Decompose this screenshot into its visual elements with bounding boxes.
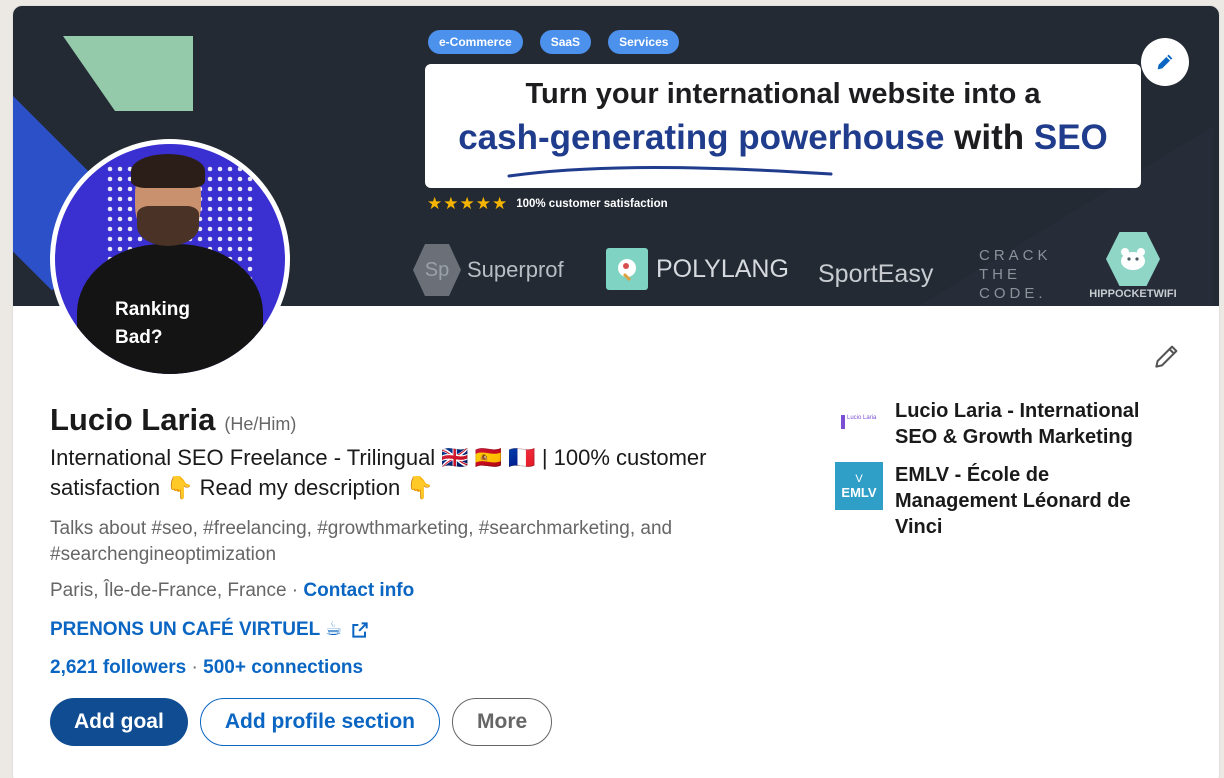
crack-the-code-logo: CRACK THE CODE. [979, 246, 1052, 303]
hippocketwifi-logo: HIPPOCKETWIFI [1078, 232, 1188, 300]
banner-tag: Services [608, 30, 680, 54]
name-row: Lucio Laria (He/Him) [50, 402, 296, 438]
company-name: Lucio Laria - International SEO & Growth… [895, 400, 1140, 448]
superprof-mark: Sp [413, 244, 461, 296]
education-link[interactable]: V EMLV EMLV - École de Management Léonar… [835, 462, 1165, 540]
polylang-name: POLYLANG [656, 254, 789, 283]
banner-stripe-green [63, 36, 193, 111]
followers-link[interactable]: 2,621 followers [50, 657, 186, 678]
star-rating-icon: ★★★★★ [427, 194, 509, 213]
banner-tags: e-Commerce SaaS Services [428, 30, 680, 54]
pencil-icon [1155, 345, 1178, 368]
avatar-image: Ranking Bad? [55, 144, 285, 374]
profile-photo[interactable]: Ranking Bad? [50, 139, 290, 379]
crack-line: THE [979, 266, 1021, 283]
website-link[interactable]: PRENONS UN CAFÉ VIRTUEL ☕ [50, 618, 370, 641]
crack-line: CRACK [979, 247, 1052, 264]
location-row: Paris, Île-de-France, France · Contact i… [50, 580, 414, 602]
underline-swoosh-icon [507, 166, 833, 178]
stats-row: 2,621 followers · 500+ connections [50, 657, 363, 679]
banner-tag: SaaS [539, 30, 592, 54]
more-button[interactable]: More [452, 698, 553, 746]
superprof-name: Superprof [467, 257, 564, 282]
hippocketwifi-name: HIPPOCKETWIFI [1089, 288, 1177, 300]
company-logo-text: Lucio Laria [841, 415, 877, 429]
shirt-line: Ranking [115, 299, 190, 320]
banner-tag: e-Commerce [428, 30, 523, 54]
banner-headline-mid: with [944, 118, 1034, 157]
external-link-icon [352, 621, 368, 638]
avatar-beard [137, 206, 199, 246]
profile-headline: International SEO Freelance - Trilingual… [50, 445, 707, 500]
banner-rating: ★★★★★ 100% customer satisfaction [427, 194, 668, 214]
add-goal-button[interactable]: Add goal [50, 698, 188, 746]
edit-banner-button[interactable] [1141, 38, 1189, 86]
talks-about: Talks about #seo, #freelancing, #growthm… [50, 518, 673, 565]
profile-name: Lucio Laria [50, 402, 216, 437]
crack-line: CODE. [979, 285, 1047, 302]
company-logo: Lucio Laria [835, 398, 883, 446]
add-profile-section-button[interactable]: Add profile section [199, 698, 441, 746]
current-company-link[interactable]: Lucio Laria Lucio Laria - International … [835, 398, 1165, 450]
separator: · [191, 657, 204, 678]
banner-headline-line2: cash-generating powerhouse with SEO [425, 118, 1141, 158]
school-name: EMLV - École de Management Léonard de Vi… [895, 464, 1131, 538]
edit-intro-button[interactable] [1149, 338, 1185, 374]
pencil-icon [1157, 54, 1173, 70]
school-logo-text: EMLV [841, 484, 877, 500]
profile-card: e-Commerce SaaS Services Turn your inter… [12, 5, 1220, 778]
banner-headline-seo: SEO [1033, 118, 1108, 157]
hippo-icon [1106, 232, 1160, 286]
profile-location: Paris, Île-de-France, France [50, 580, 287, 601]
avatar-hair [131, 154, 205, 188]
sporteasy-logo: SportEasy [818, 260, 934, 288]
parrot-icon [606, 248, 648, 290]
profile-actions: Add goal Add profile section More [50, 698, 553, 746]
profile-pronouns: (He/Him) [224, 414, 297, 434]
banner-rating-text: 100% customer satisfaction [516, 198, 668, 210]
banner-headline-line1: Turn your international website into a [525, 78, 1041, 110]
connections-link[interactable]: 500+ connections [203, 657, 363, 678]
banner-headline-blue: cash-generating powerhouse [458, 118, 945, 157]
contact-info-link[interactable]: Contact info [303, 580, 414, 601]
polylang-logo: POLYLANG [606, 248, 789, 290]
website-link-text[interactable]: PRENONS UN CAFÉ VIRTUEL ☕ [50, 618, 342, 641]
banner-headline-box: Turn your international website into a c… [425, 64, 1141, 188]
avatar-shirt-text: Ranking Bad? [115, 296, 190, 352]
school-logo: V EMLV [835, 462, 883, 510]
superprof-logo: Sp Superprof [413, 244, 564, 296]
shirt-line: Bad? [115, 327, 163, 348]
separator: · [286, 580, 304, 601]
banner-client-logos: Sp Superprof POLYLANG SportEasy CRACK TH… [413, 232, 1203, 304]
school-logo-mark: V [855, 472, 863, 485]
